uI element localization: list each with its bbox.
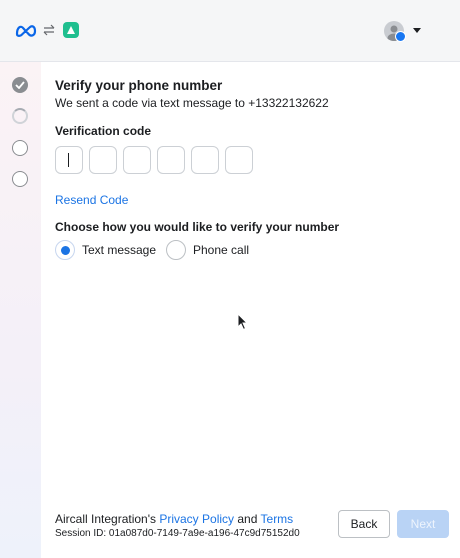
progress-stepper (0, 62, 41, 558)
code-digit-input[interactable] (225, 146, 253, 174)
top-bar (0, 0, 460, 62)
text-cursor (68, 153, 69, 167)
code-digit-input[interactable] (191, 146, 219, 174)
text-message-label[interactable]: Text message (82, 243, 156, 257)
session-id: Session ID: 01a087d0-7149-7a9e-a196-47c9… (55, 528, 300, 539)
code-digit-input[interactable] (157, 146, 185, 174)
facebook-badge-icon (395, 31, 406, 42)
step-upcoming-icon (12, 171, 28, 187)
verification-code-label: Verification code (55, 124, 152, 138)
code-digit-input[interactable] (89, 146, 117, 174)
code-digit-input[interactable] (123, 146, 151, 174)
page-subtitle: We sent a code via text message to +1332… (55, 96, 329, 110)
verify-method-label: Choose how you would like to verify your… (55, 220, 340, 234)
terms-link[interactable]: Terms (261, 512, 294, 526)
aircall-app-icon (63, 22, 79, 38)
caret-down-icon[interactable] (413, 28, 421, 33)
step-upcoming-icon (12, 140, 28, 156)
phone-call-label[interactable]: Phone call (193, 243, 249, 257)
meta-logo-icon (15, 25, 37, 37)
page-title: Verify your phone number (55, 78, 223, 93)
footer-legal-text: Aircall Integration's Privacy Policy and… (55, 512, 293, 526)
footer-prefix: Aircall Integration's (55, 512, 160, 526)
privacy-policy-link[interactable]: Privacy Policy (159, 512, 234, 526)
mouse-pointer-icon (237, 313, 249, 331)
footer-and: and (234, 512, 261, 526)
code-digit-input[interactable] (55, 146, 83, 174)
phone-call-radio[interactable] (166, 240, 186, 260)
text-message-radio[interactable] (55, 240, 75, 260)
swap-arrows-icon (43, 24, 55, 36)
step-current-spinner-icon (12, 108, 28, 124)
step-complete-check-icon (12, 77, 28, 93)
next-button[interactable]: Next (397, 510, 449, 538)
account-menu[interactable] (384, 21, 424, 43)
resend-code-link[interactable]: Resend Code (55, 193, 128, 207)
back-button[interactable]: Back (338, 510, 390, 538)
